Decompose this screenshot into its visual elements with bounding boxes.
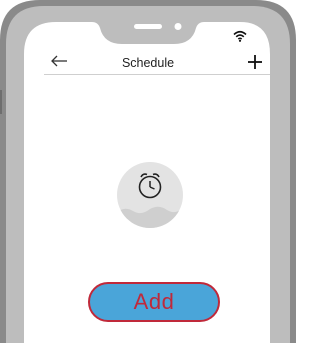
alarm-clock-icon bbox=[117, 162, 183, 228]
header-divider bbox=[44, 74, 270, 75]
add-button[interactable]: Add bbox=[88, 282, 220, 322]
wifi-icon bbox=[233, 30, 247, 42]
plus-icon[interactable] bbox=[247, 54, 263, 70]
